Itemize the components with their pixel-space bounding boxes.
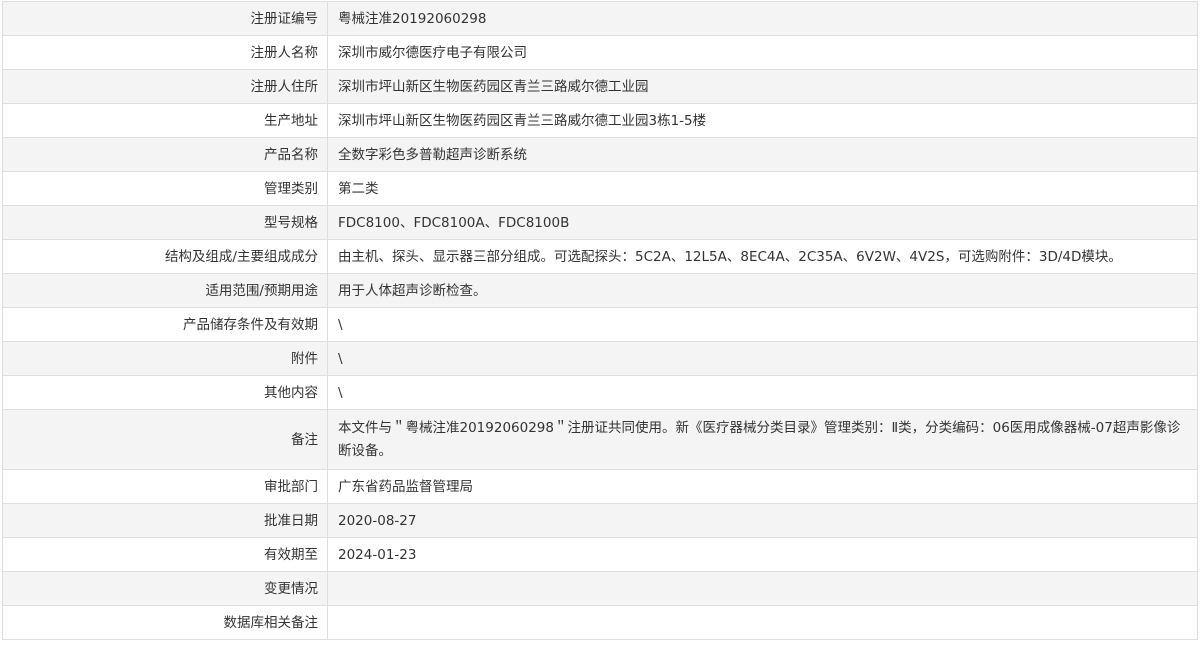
row-label: 注册人名称 — [2, 35, 328, 70]
row-attachments: 附件 \ — [2, 341, 1198, 376]
row-valid-until: 有效期至 2024-01-23 — [2, 537, 1198, 572]
row-value — [327, 605, 1198, 640]
row-registrant-address: 注册人住所 深圳市坪山新区生物医药园区青兰三路威尔德工业园 — [2, 69, 1198, 104]
row-model-spec: 型号规格 FDC8100、FDC8100A、FDC8100B — [2, 205, 1198, 240]
row-value: \ — [327, 307, 1198, 342]
row-label: 变更情况 — [2, 571, 328, 606]
row-structure-composition: 结构及组成/主要组成成分 由主机、探头、显示器三部分组成。可选配探头：5C2A、… — [2, 239, 1198, 274]
row-intended-use: 适用范围/预期用途 用于人体超声诊断检查。 — [2, 273, 1198, 308]
row-label: 适用范围/预期用途 — [2, 273, 328, 308]
row-label: 生产地址 — [2, 103, 328, 138]
row-value: 广东省药品监督管理局 — [327, 469, 1198, 504]
registration-info-table: 注册证编号 粤械注准20192060298 注册人名称 深圳市威尔德医疗电子有限… — [2, 1, 1198, 640]
row-value — [327, 571, 1198, 606]
row-label: 备注 — [2, 409, 328, 470]
row-value: \ — [327, 375, 1198, 410]
row-storage-validity: 产品储存条件及有效期 \ — [2, 307, 1198, 342]
row-label: 其他内容 — [2, 375, 328, 410]
row-label: 结构及组成/主要组成成分 — [2, 239, 328, 274]
row-label: 附件 — [2, 341, 328, 376]
row-remarks: 备注 本文件与＂粤械注准20192060298＂注册证共同使用。新《医疗器械分类… — [2, 409, 1198, 470]
row-label: 注册人住所 — [2, 69, 328, 104]
row-label: 数据库相关备注 — [2, 605, 328, 640]
row-label: 产品储存条件及有效期 — [2, 307, 328, 342]
row-label: 批准日期 — [2, 503, 328, 538]
row-value: 由主机、探头、显示器三部分组成。可选配探头：5C2A、12L5A、8EC4A、2… — [327, 239, 1198, 274]
row-production-address: 生产地址 深圳市坪山新区生物医药园区青兰三路威尔德工业园3栋1-5楼 — [2, 103, 1198, 138]
row-other-content: 其他内容 \ — [2, 375, 1198, 410]
row-value: \ — [327, 341, 1198, 376]
row-approval-department: 审批部门 广东省药品监督管理局 — [2, 469, 1198, 504]
row-management-class: 管理类别 第二类 — [2, 171, 1198, 206]
row-value: 深圳市坪山新区生物医药园区青兰三路威尔德工业园3栋1-5楼 — [327, 103, 1198, 138]
row-approval-date: 批准日期 2020-08-27 — [2, 503, 1198, 538]
row-value: FDC8100、FDC8100A、FDC8100B — [327, 205, 1198, 240]
row-database-remarks: 数据库相关备注 — [2, 605, 1198, 640]
row-value: 全数字彩色多普勒超声诊断系统 — [327, 137, 1198, 172]
row-value: 用于人体超声诊断检查。 — [327, 273, 1198, 308]
row-label: 有效期至 — [2, 537, 328, 572]
row-value: 第二类 — [327, 171, 1198, 206]
row-registration-number: 注册证编号 粤械注准20192060298 — [2, 1, 1198, 36]
row-label: 审批部门 — [2, 469, 328, 504]
row-value: 本文件与＂粤械注准20192060298＂注册证共同使用。新《医疗器械分类目录》… — [327, 409, 1198, 470]
row-label: 型号规格 — [2, 205, 328, 240]
row-label: 产品名称 — [2, 137, 328, 172]
row-value: 粤械注准20192060298 — [327, 1, 1198, 36]
row-product-name: 产品名称 全数字彩色多普勒超声诊断系统 — [2, 137, 1198, 172]
row-value: 深圳市威尔德医疗电子有限公司 — [327, 35, 1198, 70]
row-label: 管理类别 — [2, 171, 328, 206]
row-value: 2024-01-23 — [327, 537, 1198, 572]
row-change-history: 变更情况 — [2, 571, 1198, 606]
row-value: 2020-08-27 — [327, 503, 1198, 538]
row-registrant-name: 注册人名称 深圳市威尔德医疗电子有限公司 — [2, 35, 1198, 70]
row-label: 注册证编号 — [2, 1, 328, 36]
row-value: 深圳市坪山新区生物医药园区青兰三路威尔德工业园 — [327, 69, 1198, 104]
registration-info-page: 注册证编号 粤械注准20192060298 注册人名称 深圳市威尔德医疗电子有限… — [2, 1, 1198, 640]
